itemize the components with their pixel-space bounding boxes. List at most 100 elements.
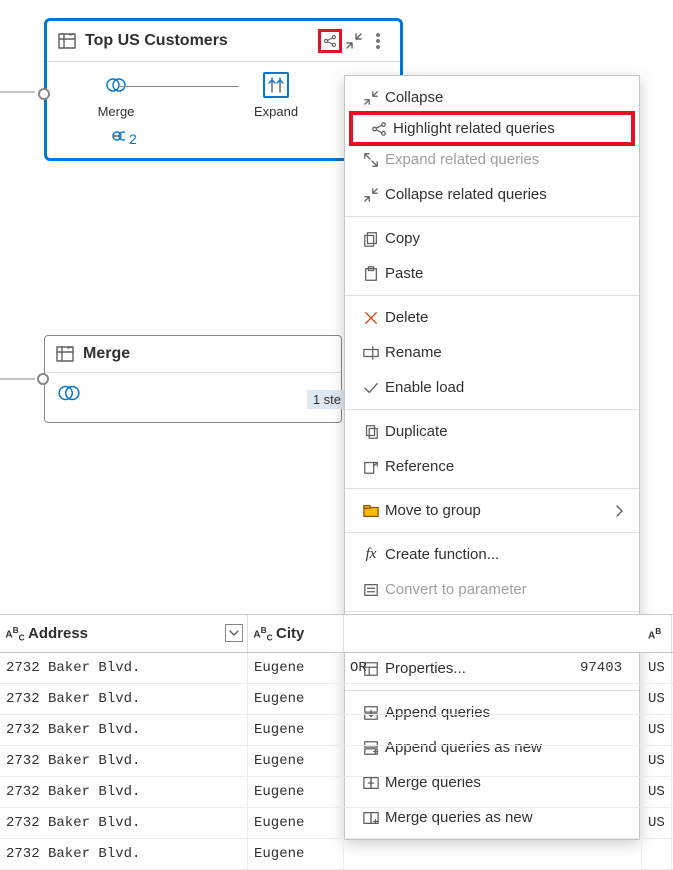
node-header: Top US Customers bbox=[47, 21, 400, 62]
table-row[interactable]: 2732 Baker Blvd.EugeneUS bbox=[0, 684, 673, 715]
menu-separator bbox=[345, 611, 639, 612]
column-header-hidden bbox=[344, 615, 642, 652]
column-dropdown[interactable] bbox=[225, 624, 243, 642]
menu-label: Move to group bbox=[385, 502, 611, 519]
menu-separator bbox=[345, 409, 639, 410]
cell-gap bbox=[344, 746, 574, 776]
menu-label: Convert to parameter bbox=[385, 581, 627, 598]
copy-icon bbox=[357, 231, 385, 247]
table-row[interactable]: 2732 Baker Blvd.Eugene US bbox=[0, 715, 673, 746]
column-header-city[interactable]: ABC City bbox=[248, 615, 344, 652]
cell-country: US bbox=[642, 653, 672, 683]
query-node-merge[interactable]: Merge 1 ste bbox=[44, 335, 342, 423]
step-expand[interactable]: Expand bbox=[241, 72, 311, 119]
column-label: City bbox=[276, 625, 304, 642]
step-merge[interactable]: Merge bbox=[81, 72, 151, 119]
menu-label: Expand related queries bbox=[385, 151, 627, 168]
cell-city: Eugene bbox=[248, 839, 344, 869]
table-row[interactable]: 2732 Baker Blvd.EugeneOR97403US bbox=[0, 653, 673, 684]
connector-line bbox=[0, 378, 35, 380]
folder-icon bbox=[357, 503, 385, 519]
cell-gap bbox=[344, 777, 574, 807]
menu-label: Duplicate bbox=[385, 423, 627, 440]
step-label: Merge bbox=[98, 104, 135, 119]
menu-collapse-related[interactable]: Collapse related queries bbox=[345, 177, 639, 212]
cell-country: US bbox=[642, 808, 672, 838]
table-header-row: ABC Address ABC City AB bbox=[0, 615, 673, 653]
menu-move-to-group[interactable]: Move to group bbox=[345, 493, 639, 528]
menu-enable-load[interactable]: Enable load bbox=[345, 370, 639, 405]
menu-label: Create function... bbox=[385, 546, 627, 563]
node-header: Merge bbox=[45, 336, 341, 373]
table-row[interactable]: 2732 Baker Blvd.Eugene US bbox=[0, 808, 673, 839]
menu-label: Copy bbox=[385, 230, 627, 247]
function-icon: fx bbox=[357, 546, 385, 563]
cell-zip: 97403 bbox=[574, 653, 642, 683]
links-icon bbox=[107, 129, 125, 148]
text-type-icon: AB bbox=[648, 626, 661, 641]
cell-city: Eugene bbox=[248, 653, 344, 683]
text-type-icon: ABC bbox=[6, 625, 24, 642]
menu-paste[interactable]: Paste bbox=[345, 256, 639, 291]
cell-address: 2732 Baker Blvd. bbox=[0, 715, 248, 745]
table-row[interactable]: 2732 Baker Blvd.EugeneUS bbox=[0, 777, 673, 808]
reference-icon bbox=[357, 459, 385, 475]
cell-zip bbox=[574, 808, 642, 838]
menu-label: Collapse bbox=[385, 89, 627, 106]
menu-copy[interactable]: Copy bbox=[345, 221, 639, 256]
data-preview-table: ABC Address ABC City AB 2732 Baker Blvd.… bbox=[0, 614, 673, 870]
cell-city: Eugene bbox=[248, 777, 344, 807]
table-row[interactable]: 2732 Baker Blvd.EugeneUS bbox=[0, 746, 673, 777]
duplicate-icon bbox=[357, 424, 385, 440]
cell-country: US bbox=[642, 715, 672, 745]
collapse-button[interactable] bbox=[342, 29, 366, 53]
table-icon bbox=[57, 31, 77, 51]
menu-separator bbox=[345, 216, 639, 217]
column-header-partial[interactable]: AB bbox=[642, 615, 672, 652]
cell-address: 2732 Baker Blvd. bbox=[0, 808, 248, 838]
menu-label: Highlight related queries bbox=[393, 120, 619, 137]
steps-badge: 1 ste bbox=[307, 390, 347, 409]
highlight-related-button[interactable] bbox=[318, 29, 342, 53]
collapse-icon bbox=[357, 90, 385, 106]
menu-reference[interactable]: Reference bbox=[345, 449, 639, 484]
cell-gap: OR bbox=[344, 653, 574, 683]
more-options-button[interactable] bbox=[366, 29, 390, 53]
menu-separator bbox=[345, 532, 639, 533]
cell-zip bbox=[574, 684, 642, 714]
menu-separator bbox=[345, 295, 639, 296]
merge-step-icon bbox=[103, 72, 129, 98]
paste-icon bbox=[357, 266, 385, 282]
node-title: Merge bbox=[83, 345, 130, 363]
cell-gap bbox=[344, 839, 574, 869]
menu-duplicate[interactable]: Duplicate bbox=[345, 414, 639, 449]
cell-country: US bbox=[642, 746, 672, 776]
cell-city: Eugene bbox=[248, 808, 344, 838]
menu-label: Paste bbox=[385, 265, 627, 282]
text-type-icon: ABC bbox=[254, 625, 272, 642]
menu-highlight-related[interactable]: Highlight related queries bbox=[349, 111, 635, 146]
cell-zip bbox=[574, 777, 642, 807]
share-icon bbox=[365, 121, 393, 137]
table-row[interactable]: 2732 Baker Blvd.Eugene bbox=[0, 839, 673, 870]
cell-city: Eugene bbox=[248, 715, 344, 745]
menu-create-function[interactable]: fx Create function... bbox=[345, 537, 639, 572]
link-count[interactable]: 2 bbox=[129, 131, 137, 147]
cell-gap bbox=[344, 684, 574, 714]
column-label: Address bbox=[28, 625, 88, 642]
cell-gap bbox=[344, 808, 574, 838]
merge-step-icon[interactable] bbox=[57, 381, 81, 405]
menu-rename[interactable]: Rename bbox=[345, 335, 639, 370]
step-connector bbox=[119, 86, 239, 87]
cell-address: 2732 Baker Blvd. bbox=[0, 746, 248, 776]
menu-label: Rename bbox=[385, 344, 627, 361]
menu-convert-parameter: Convert to parameter bbox=[345, 572, 639, 607]
checkmark-icon bbox=[357, 380, 385, 396]
column-header-address[interactable]: ABC Address bbox=[0, 615, 248, 652]
menu-collapse[interactable]: Collapse bbox=[345, 80, 639, 115]
cell-zip bbox=[574, 839, 642, 869]
cell-zip bbox=[574, 746, 642, 776]
cell-country: US bbox=[642, 684, 672, 714]
menu-delete[interactable]: Delete bbox=[345, 300, 639, 335]
menu-label: Enable load bbox=[385, 379, 627, 396]
